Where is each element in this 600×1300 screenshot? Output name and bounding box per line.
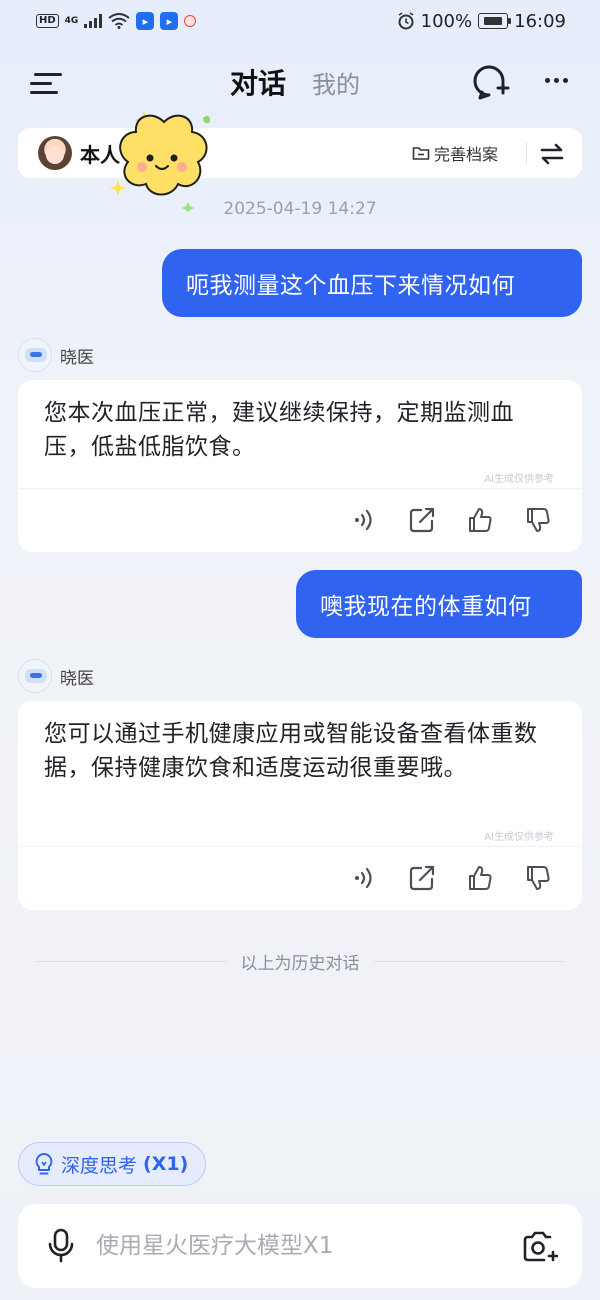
notification-dot-icon: [184, 15, 197, 27]
microphone-icon: [48, 1228, 74, 1263]
new-chat-button[interactable]: [470, 62, 510, 102]
deep-think-label: 深度思考: [61, 1154, 138, 1177]
app-notification-icon: ▸: [136, 12, 155, 30]
card-divider: [18, 488, 582, 489]
clock-time: 16:09: [514, 10, 566, 32]
status-right: 100% 16:09: [397, 11, 566, 32]
history-separator: 以上为历史对话: [36, 949, 564, 974]
read-aloud-button[interactable]: [350, 864, 378, 892]
alarm-icon: [398, 12, 414, 30]
profile-divider: [526, 142, 527, 164]
user-message[interactable]: 噢我现在的体重如何: [296, 570, 582, 638]
speaker-wave-icon: [355, 509, 372, 531]
thumbs-up-icon: [469, 508, 492, 532]
bot-avatar: [18, 659, 52, 693]
battery-icon: [478, 13, 512, 29]
ai-disclaimer: AI生成仅供参考: [484, 832, 554, 843]
bot-message-text: 您可以通过手机健康应用或智能设备查看体重数据，保持健康饮食和适度运动很重要哦。: [44, 721, 538, 781]
status-bar: HD 4G ▸ ▸ 100% 16:09: [0, 0, 600, 42]
card-divider: [18, 846, 582, 847]
switch-profile-button[interactable]: [538, 140, 566, 168]
more-dot-icon: [562, 77, 568, 83]
speaker-wave-icon: [355, 867, 372, 889]
more-dot-icon: [553, 77, 559, 83]
header-tabs: 对话 我的: [230, 62, 360, 102]
new-chat-icon: [473, 65, 510, 100]
camera-plus-icon: [523, 1231, 559, 1262]
user-message[interactable]: 呃我测量这个血压下来情况如何: [162, 249, 582, 317]
menu-line-icon: [34, 73, 62, 76]
deep-think-suffix: (X1): [143, 1153, 189, 1175]
header: 对话 我的: [0, 50, 600, 116]
menu-line-icon: [30, 82, 52, 85]
share-icon: [409, 865, 435, 891]
chat-input[interactable]: [96, 1224, 496, 1268]
message-actions: [350, 506, 552, 534]
thumbs-down-button[interactable]: [524, 506, 552, 534]
complete-profile-button[interactable]: 完善档案: [412, 141, 498, 165]
more-options-button[interactable]: [540, 64, 572, 96]
bot-message-card: 您可以通过手机健康应用或智能设备查看体重数据，保持健康饮食和适度运动很重要哦。 …: [18, 701, 582, 910]
signal-icon: [84, 14, 103, 28]
user-message-text: 噢我现在的体重如何: [320, 594, 532, 620]
thumbs-down-button[interactable]: [524, 864, 552, 892]
mascot-flower-icon: [110, 110, 210, 212]
more-dot-icon: [544, 77, 550, 83]
menu-button[interactable]: [30, 71, 62, 97]
wifi-icon: [108, 13, 130, 29]
share-icon: [409, 507, 435, 533]
profile-bar[interactable]: 本人 完善档案: [18, 128, 582, 178]
app-notification-icon-2: ▸: [160, 12, 179, 30]
tab-mine[interactable]: 我的: [312, 65, 360, 100]
bot-name: 晓医: [60, 347, 94, 368]
network-type: 4G: [64, 15, 79, 26]
thumbs-down-icon: [527, 508, 550, 532]
share-button[interactable]: [408, 864, 436, 892]
bot-message-card: 您本次血压正常，建议继续保持，定期监测血压，低盐低脂饮食。 AI生成仅供参考: [18, 380, 582, 552]
tab-chat[interactable]: 对话: [230, 62, 286, 102]
chat-timestamp: 2025-04-19 14:27: [223, 199, 377, 219]
deep-think-toggle[interactable]: 深度思考 (X1): [18, 1142, 206, 1186]
thumbs-up-button[interactable]: [466, 864, 494, 892]
share-button[interactable]: [408, 506, 436, 534]
camera-button[interactable]: [522, 1230, 559, 1264]
ai-disclaimer: AI生成仅供参考: [484, 474, 554, 485]
separator-line: [36, 961, 227, 962]
thumbs-down-icon: [527, 866, 550, 890]
thumbs-up-button[interactable]: [466, 506, 494, 534]
read-aloud-button[interactable]: [350, 506, 378, 534]
separator-line: [373, 961, 564, 962]
thumbs-up-icon: [469, 866, 492, 890]
input-bar: [18, 1204, 582, 1288]
history-separator-label: 以上为历史对话: [240, 954, 360, 974]
complete-profile-label: 完善档案: [434, 145, 499, 164]
menu-line-icon: [30, 91, 58, 94]
message-actions: [350, 864, 552, 892]
avatar: [38, 136, 72, 170]
status-left: HD 4G ▸ ▸: [36, 12, 197, 30]
bot-message-text: 您本次血压正常，建议继续保持，定期监测血压，低盐低脂饮食。: [44, 400, 514, 460]
bot-name: 晓医: [60, 668, 94, 689]
lightbulb-icon: [35, 1153, 53, 1175]
bot-label: 晓医: [18, 659, 94, 693]
folder-icon: [412, 147, 430, 160]
user-message-text: 呃我测量这个血压下来情况如何: [186, 273, 515, 299]
switch-arrows-icon: [540, 143, 564, 165]
bot-avatar: [18, 338, 52, 372]
bot-label: 晓医: [18, 338, 94, 372]
battery-percent: 100%: [420, 10, 473, 32]
hd-indicator: HD: [36, 14, 59, 28]
voice-input-button[interactable]: [46, 1228, 76, 1264]
